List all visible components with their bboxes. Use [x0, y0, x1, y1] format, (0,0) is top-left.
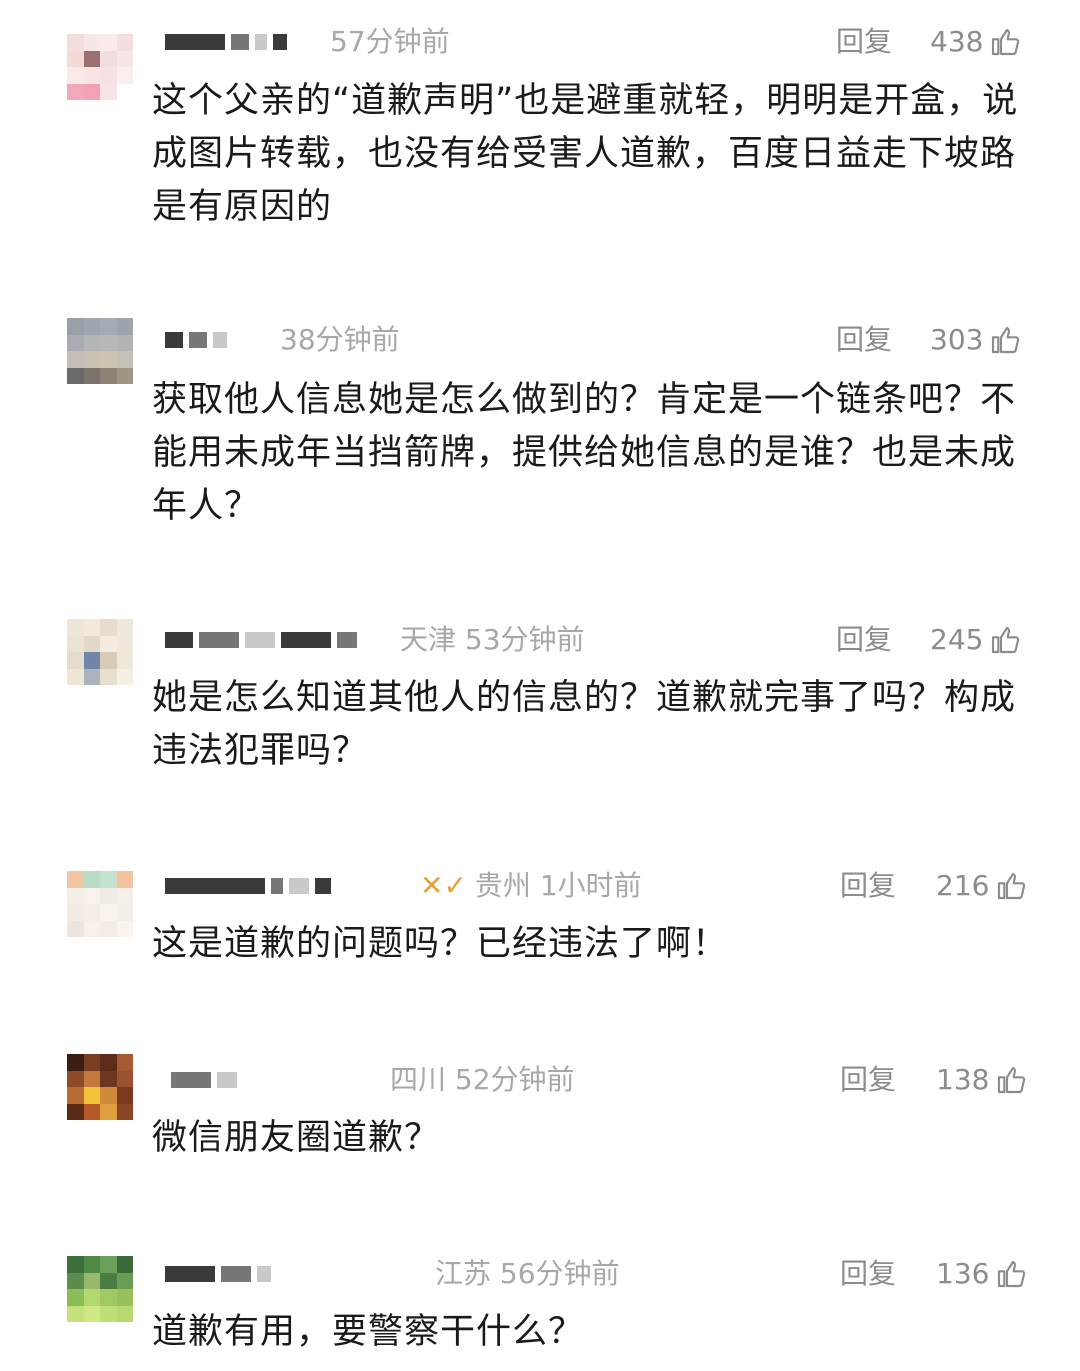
reply-button[interactable]: 回复 [840, 869, 896, 903]
comment-time: 38分钟前 [280, 323, 400, 356]
vip-badge-icon: ✕✓ [420, 869, 467, 902]
thumbs-up-icon[interactable] [995, 1064, 1027, 1096]
comment-text: 这个父亲的“道歉声明”也是避重就轻，明明是开盒，说成图片转载，也没有给受害人道歉… [152, 81, 1019, 227]
comment-time: 1小时前 [539, 869, 642, 902]
comment-text: 微信朋友圈道歉？ [152, 1118, 441, 1158]
comment-time: 52分钟前 [454, 1063, 575, 1096]
comment-meta: 江苏 56分钟前 [435, 1257, 620, 1291]
comment-time: 56分钟前 [499, 1257, 620, 1290]
username-redacted[interactable] [165, 871, 331, 901]
like-count: 136 [936, 1257, 990, 1290]
thumbs-up-icon[interactable] [989, 624, 1021, 656]
like-button[interactable]: 216 [936, 869, 1027, 903]
like-button[interactable]: 245 [930, 623, 1021, 657]
thumbs-up-icon[interactable] [989, 26, 1021, 58]
comment-meta: 四川 52分钟前 [390, 1063, 575, 1097]
reply-button[interactable]: 回复 [840, 1063, 896, 1097]
avatar[interactable] [67, 34, 133, 100]
comment-region: 天津 [400, 623, 457, 656]
thumbs-up-icon[interactable] [995, 1258, 1027, 1290]
comment-region: 江苏 [435, 1257, 492, 1290]
comment-text: 获取他人信息她是怎么做到的？肯定是一个链条吧？不能用未成年当挡箭牌，提供给她信息… [152, 380, 1017, 526]
comment-region: 贵州 [474, 869, 531, 902]
like-button[interactable]: 136 [936, 1257, 1027, 1291]
comment-text: 她是怎么知道其他人的信息的？道歉就完事了吗？构成违法犯罪吗？ [152, 678, 1017, 771]
comment-text: 道歉有用，要警察干什么？ [152, 1312, 585, 1352]
reply-button[interactable]: 回复 [836, 25, 892, 59]
username-redacted[interactable] [165, 325, 227, 355]
avatar[interactable] [67, 1256, 133, 1322]
comment-meta: 38分钟前 [280, 323, 400, 357]
comment-region: 四川 [390, 1063, 447, 1096]
avatar[interactable] [67, 619, 133, 685]
like-count: 245 [930, 623, 984, 656]
thumbs-up-icon[interactable] [995, 870, 1027, 902]
username-redacted[interactable] [165, 625, 357, 655]
like-button[interactable]: 438 [930, 25, 1021, 59]
comment-meta: 57分钟前 [330, 25, 450, 59]
comment-meta: ✕✓ 贵州 1小时前 [420, 869, 642, 903]
username-redacted[interactable] [165, 27, 287, 57]
username-redacted[interactable] [165, 1259, 271, 1289]
like-count: 303 [930, 323, 984, 356]
reply-button[interactable]: 回复 [836, 623, 892, 657]
avatar[interactable] [67, 1054, 133, 1120]
like-button[interactable]: 303 [930, 323, 1021, 357]
comment-time: 53分钟前 [464, 623, 585, 656]
comment-text: 这是道歉的问题吗？已经违法了啊！ [152, 924, 729, 964]
avatar[interactable] [67, 871, 133, 937]
avatar[interactable] [67, 318, 133, 384]
comment-time: 57分钟前 [330, 25, 450, 58]
comment-meta: 天津 53分钟前 [400, 623, 585, 657]
reply-button[interactable]: 回复 [840, 1257, 896, 1291]
like-count: 216 [936, 869, 990, 902]
reply-button[interactable]: 回复 [836, 323, 892, 357]
username-redacted[interactable] [165, 1065, 237, 1095]
like-button[interactable]: 138 [936, 1063, 1027, 1097]
like-count: 138 [936, 1063, 990, 1096]
like-count: 438 [930, 25, 984, 58]
thumbs-up-icon[interactable] [989, 324, 1021, 356]
